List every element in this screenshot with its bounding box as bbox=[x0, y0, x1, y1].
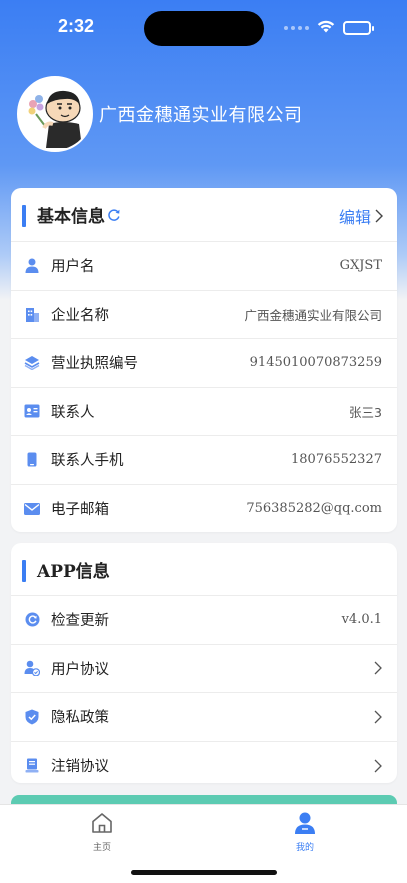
app-info-card: APP信息 检查更新 v4.0.1 用户协议 隐私政策 注销协议 bbox=[11, 543, 397, 783]
app-info-title: APP信息 bbox=[37, 561, 110, 582]
app-info-row-privacy-policy[interactable]: 隐私政策 bbox=[11, 693, 397, 742]
basic-info-title: 基本信息 bbox=[37, 207, 105, 227]
basic-info-card: 基本信息 编辑 用户名 GXJST 企业名称 广西金穗通实业有限公司 营业执照编… bbox=[11, 188, 397, 532]
edit-button[interactable]: 编辑 bbox=[339, 204, 383, 228]
dynamic-island bbox=[144, 11, 264, 46]
user-icon bbox=[24, 258, 40, 274]
basic-info-row-company: 企业名称 广西金穗通实业有限公司 bbox=[11, 291, 397, 339]
building-icon bbox=[24, 306, 40, 322]
row-value: 广西金穗通实业有限公司 bbox=[244, 307, 382, 323]
basic-info-row-username: 用户名 GXJST bbox=[11, 242, 397, 291]
status-time: 2:32 bbox=[58, 16, 95, 36]
basic-info-row-contact: 联系人 张三3 bbox=[11, 388, 397, 436]
layers-icon bbox=[24, 355, 40, 371]
row-value: 9145010070873259 bbox=[249, 355, 382, 371]
avatar[interactable] bbox=[17, 76, 93, 152]
version-value: v4.0.1 bbox=[341, 612, 382, 628]
row-value: GXJST bbox=[339, 258, 382, 274]
chevron-right-icon bbox=[375, 209, 383, 223]
edit-label: 编辑 bbox=[338, 208, 371, 227]
company-name: 广西金穗通实业有限公司 bbox=[99, 105, 303, 126]
contact-card-icon bbox=[24, 403, 40, 419]
app-info-header: APP信息 bbox=[11, 543, 397, 596]
row-label: 注销协议 bbox=[51, 759, 109, 776]
chevron-right-icon bbox=[374, 710, 382, 724]
home-indicator bbox=[131, 870, 277, 875]
basic-info-row-phone: 联系人手机 18076552327 bbox=[11, 436, 397, 485]
person-icon bbox=[295, 812, 315, 834]
section-accent-bar bbox=[22, 205, 26, 227]
tab-mine[interactable]: 我的 bbox=[275, 811, 335, 853]
app-info-row-user-agreement[interactable]: 用户协议 bbox=[11, 645, 397, 693]
cellular-signal-icon bbox=[284, 25, 309, 30]
app-info-row-cancellation-agreement[interactable]: 注销协议 bbox=[11, 742, 397, 791]
row-label: 用户名 bbox=[51, 259, 95, 276]
profile-header: 广西金穗通实业有限公司 bbox=[17, 76, 303, 152]
row-value: 18076552327 bbox=[291, 452, 382, 468]
app-info-row-check-update[interactable]: 检查更新 v4.0.1 bbox=[11, 596, 397, 645]
refresh-icon[interactable] bbox=[107, 208, 121, 222]
row-label: 联系人手机 bbox=[51, 453, 124, 470]
basic-info-row-email: 电子邮箱 756385282@qq.com bbox=[11, 485, 397, 534]
cancel-document-icon bbox=[24, 758, 40, 774]
tab-home-label: 主页 bbox=[92, 843, 111, 853]
section-accent-bar bbox=[22, 560, 26, 582]
basic-info-header: 基本信息 编辑 bbox=[11, 188, 397, 242]
mail-icon bbox=[24, 501, 40, 517]
row-value: 756385282@qq.com bbox=[246, 501, 382, 517]
row-label: 用户协议 bbox=[51, 661, 109, 678]
row-label: 检查更新 bbox=[51, 613, 109, 630]
wifi-icon bbox=[317, 18, 335, 37]
row-label: 企业名称 bbox=[51, 307, 109, 324]
shield-icon bbox=[24, 709, 40, 725]
row-value: 张三3 bbox=[349, 404, 382, 420]
row-label: 营业执照编号 bbox=[51, 356, 138, 373]
tab-mine-label: 我的 bbox=[295, 843, 314, 853]
tab-home[interactable]: 主页 bbox=[72, 811, 132, 853]
status-bar: 2:32 bbox=[0, 0, 407, 56]
battery-icon bbox=[343, 20, 374, 35]
chevron-right-icon bbox=[374, 759, 382, 773]
update-icon bbox=[24, 612, 40, 628]
row-label: 隐私政策 bbox=[51, 710, 109, 727]
phone-icon bbox=[24, 452, 40, 468]
basic-info-row-license: 营业执照编号 9145010070873259 bbox=[11, 339, 397, 388]
row-label: 电子邮箱 bbox=[51, 502, 109, 519]
home-icon bbox=[92, 813, 112, 833]
user-agreement-icon bbox=[24, 660, 40, 677]
chevron-right-icon bbox=[374, 661, 382, 675]
row-label: 联系人 bbox=[51, 404, 95, 421]
